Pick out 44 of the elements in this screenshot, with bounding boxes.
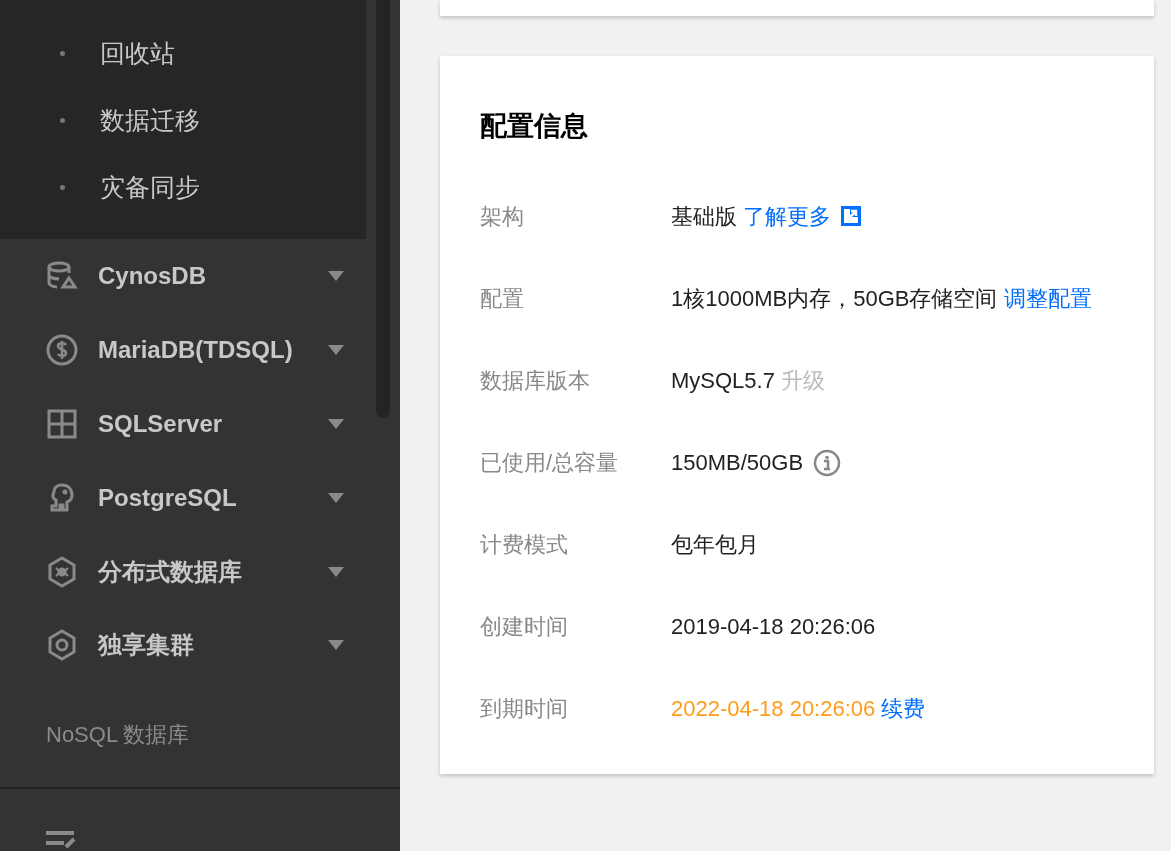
- field-value: 基础版: [671, 204, 737, 229]
- section-label: NoSQL 数据库: [46, 721, 190, 750]
- field-value: 2019-04-18 20:26:06: [671, 614, 876, 639]
- list-icon: [46, 831, 76, 851]
- field-label: 创建时间: [480, 613, 569, 641]
- action-link[interactable]: 了解更多: [743, 204, 832, 229]
- field-value: MySQL5.7: [671, 368, 775, 393]
- menu-item[interactable]: PostgreSQL: [0, 460, 400, 535]
- field-value: 150MB/50GB: [671, 450, 804, 475]
- field-value: 包年包月: [671, 532, 759, 557]
- bullet-icon: [60, 118, 65, 123]
- info-icon[interactable]: [813, 449, 842, 477]
- submenu-item[interactable]: 回收站: [0, 20, 366, 87]
- field-value: 2022-04-18 20:26:06: [671, 696, 876, 721]
- hexagon-nodes-icon: [46, 555, 78, 588]
- field-value: 1核1000MB内存，50GB存储空间: [671, 286, 998, 311]
- menu-item[interactable]: 分布式数据库: [0, 534, 400, 609]
- menu-item[interactable]: SQLServer: [0, 387, 400, 461]
- action-link[interactable]: 调整配置: [1003, 286, 1092, 311]
- caret-icon: [328, 418, 344, 429]
- hexagon-icon: [46, 629, 78, 662]
- caret-icon: [328, 271, 344, 282]
- field-label: 到期时间: [480, 695, 569, 723]
- action-link[interactable]: 续费: [881, 696, 926, 721]
- field-label: 架构: [480, 203, 525, 231]
- field-label: 计费模式: [480, 531, 569, 559]
- caret-icon: [328, 640, 344, 651]
- caret-icon: [328, 345, 344, 356]
- field-label: 数据库版本: [480, 367, 591, 395]
- grid-icon: [46, 407, 78, 440]
- bullet-icon: [60, 51, 65, 56]
- menu-item[interactable]: 独享集群: [0, 608, 400, 683]
- submenu-item[interactable]: 灾备同步: [0, 154, 366, 221]
- bullet-icon: [60, 185, 65, 190]
- field-label: 配置: [480, 285, 525, 313]
- caret-icon: [328, 492, 344, 503]
- dollar-coin-icon: [46, 334, 78, 367]
- menu-item[interactable]: CynosDB: [0, 239, 400, 314]
- external-link-icon[interactable]: [841, 206, 862, 226]
- field-label: 已使用/总容量: [480, 449, 620, 477]
- card-title: 配置信息: [480, 110, 589, 143]
- submenu-item[interactable]: 数据迁移: [0, 87, 366, 154]
- menu-item[interactable]: MariaDB(TDSQL): [0, 313, 400, 388]
- caret-icon: [328, 566, 344, 577]
